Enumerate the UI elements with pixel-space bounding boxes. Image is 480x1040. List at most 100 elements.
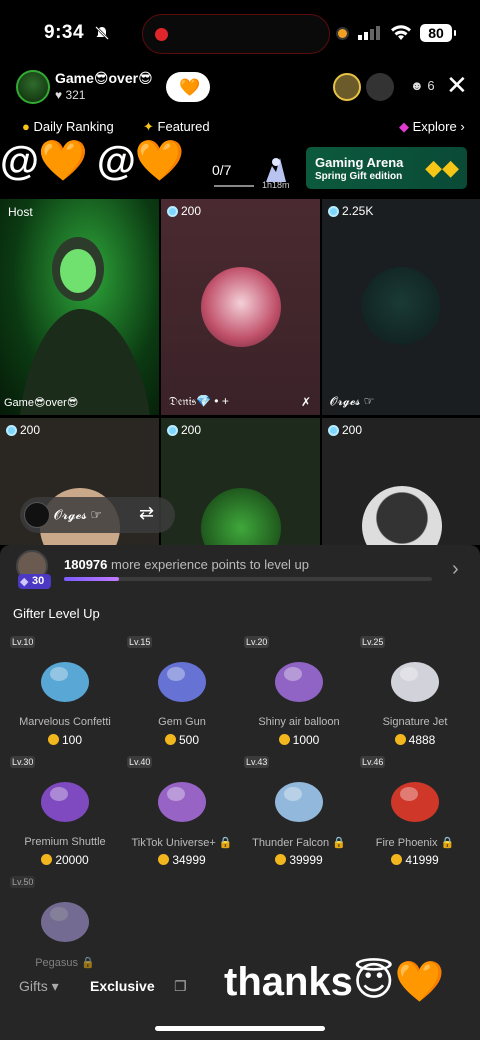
close-icon[interactable]: ✕ bbox=[446, 72, 468, 98]
gift-item[interactable]: Lv.25 Signature Jet 4888 bbox=[360, 636, 470, 754]
guest-tile-5[interactable]: 200 bbox=[161, 418, 320, 545]
host-tile-name: Game😎over😎 bbox=[4, 397, 79, 409]
gem-gun-icon bbox=[158, 662, 206, 702]
tab-gifts[interactable]: Gifts ▾ bbox=[19, 978, 59, 995]
guest-score: 200 bbox=[328, 423, 362, 437]
gift-price: 20000 bbox=[10, 853, 120, 867]
host-avatar[interactable] bbox=[16, 70, 50, 104]
signal-icon bbox=[358, 26, 380, 40]
diamond-level-icon: ◆ bbox=[20, 576, 29, 588]
guest-avatar bbox=[362, 486, 442, 545]
tab-exclusive[interactable]: Exclusive bbox=[90, 978, 155, 994]
gift-item[interactable]: Lv.30 Premium Shuttle 20000 bbox=[10, 756, 120, 874]
gift-level: Lv.20 bbox=[244, 636, 270, 648]
mentions-overlay: @🧡 @🧡 bbox=[0, 139, 185, 183]
guest-avatar bbox=[362, 267, 440, 345]
coin-icon bbox=[275, 854, 287, 865]
masked-person-image bbox=[20, 237, 150, 415]
gift-name: Gem Gun bbox=[158, 716, 206, 728]
guest-score: 200 bbox=[167, 204, 201, 218]
diamond-icon bbox=[167, 205, 178, 217]
host-name[interactable]: Game😎over😎 bbox=[55, 70, 153, 87]
gift-item[interactable]: Lv.20 Shiny air balloon 1000 bbox=[244, 636, 354, 754]
gift-price: 39999 bbox=[244, 853, 354, 867]
recording-indicator-icon bbox=[155, 28, 168, 41]
user-chip[interactable]: 𝓞𝓻𝓰𝓮𝓼 ☞ ⇄ bbox=[20, 497, 175, 533]
shuttle-icon bbox=[41, 782, 89, 822]
gift-level: Lv.30 bbox=[10, 756, 36, 768]
jet-icon bbox=[391, 662, 439, 702]
viewer-count[interactable]: ☻ 6 bbox=[410, 78, 435, 93]
guest-score: 200 bbox=[6, 423, 40, 437]
gift-name: Shiny air balloon bbox=[258, 716, 340, 728]
featured-label: Featured bbox=[157, 119, 210, 134]
daily-ranking-label: Daily Ranking bbox=[33, 119, 114, 134]
gift-item[interactable]: Lv.15 Gem Gun 500 bbox=[127, 636, 237, 754]
gift-price-value: 20000 bbox=[55, 853, 89, 867]
gift-level: Lv.50 bbox=[10, 876, 36, 888]
guest-tile-denis[interactable]: 200 𝔇𝔢𝔫𝔦𝔰💎 • + ✗ bbox=[161, 199, 320, 415]
guest-avatar bbox=[201, 488, 281, 545]
featured-icon: ✦ bbox=[143, 119, 154, 134]
gift-price: 41999 bbox=[360, 853, 470, 867]
gift-price-value: 39999 bbox=[289, 853, 323, 867]
guest-score-value: 200 bbox=[342, 423, 363, 437]
gift-item[interactable]: Lv.40 TikTok Universe+ 🔒 34999 bbox=[127, 756, 237, 874]
coin-icon bbox=[164, 734, 176, 745]
coin-icon bbox=[391, 854, 403, 865]
mic-indicator-icon bbox=[338, 29, 347, 38]
gift-price: 1000 bbox=[244, 733, 354, 747]
gift-name: TikTok Universe+ 🔒 bbox=[131, 837, 233, 849]
experience-points: 180976 bbox=[64, 557, 108, 572]
status-time: 9:34 bbox=[44, 22, 85, 43]
diamond-icon bbox=[328, 205, 339, 217]
user-chip-avatar bbox=[24, 502, 50, 528]
featured-link[interactable]: ✦ Featured bbox=[143, 119, 210, 135]
person-icon: ☻ bbox=[410, 78, 424, 93]
gift-price-value: 1000 bbox=[292, 733, 320, 747]
diamond-icon bbox=[328, 424, 339, 436]
gaming-arena-banner[interactable]: Gaming Arena Spring Gift edition ◆◆ bbox=[306, 147, 467, 189]
guest-score-value: 2.25K bbox=[342, 204, 374, 218]
coin-icon bbox=[158, 854, 170, 865]
gift-name: Premium Shuttle bbox=[24, 836, 106, 848]
top-viewer-avatar-2[interactable] bbox=[366, 73, 394, 101]
bell-muted-icon bbox=[95, 26, 109, 40]
home-indicator bbox=[155, 1026, 325, 1031]
chevron-right-icon[interactable]: › bbox=[452, 558, 459, 581]
falcon-icon bbox=[275, 782, 323, 822]
arena-subtitle: Spring Gift edition bbox=[315, 171, 403, 182]
gift-level: Lv.43 bbox=[244, 756, 270, 768]
gift-item[interactable]: Lv.43 Thunder Falcon 🔒 39999 bbox=[244, 756, 354, 874]
experience-progress-bar bbox=[64, 577, 432, 581]
host-likes: ♥ 321 bbox=[55, 88, 86, 102]
top-viewer-avatar-1[interactable] bbox=[333, 73, 361, 101]
daily-ranking-link[interactable]: ● Daily Ranking bbox=[22, 119, 114, 134]
battery-icon: 80 bbox=[420, 24, 456, 42]
session-counter: 0/7 bbox=[212, 162, 232, 178]
gift-price: 34999 bbox=[127, 853, 237, 867]
gift-level: Lv.25 bbox=[360, 636, 386, 648]
gift-item[interactable]: Lv.50 Pegasus 🔒 bbox=[10, 876, 120, 994]
guest-tile-orges[interactable]: 2.25K 𝓞𝓻𝓰𝓮𝓼 ☞ bbox=[322, 199, 480, 415]
gift-price-value: 4888 bbox=[408, 733, 436, 747]
gifter-level-title: Gifter Level Up bbox=[13, 606, 100, 621]
explore-label: Explore › bbox=[412, 119, 465, 134]
swap-icon[interactable]: ⇄ bbox=[139, 503, 154, 524]
guest-tile-6[interactable]: 200 bbox=[322, 418, 480, 545]
host-video-tile[interactable]: Host Game😎over😎 bbox=[0, 199, 159, 415]
gift-price: 4888 bbox=[360, 733, 470, 747]
guest-avatar bbox=[201, 267, 281, 347]
coin-icon bbox=[394, 734, 406, 745]
thanks-overlay: thanks😇🧡 bbox=[224, 960, 445, 1004]
heart-icon: 🧡 bbox=[179, 78, 201, 97]
gift-item[interactable]: Lv.46 Fire Phoenix 🔒 41999 bbox=[360, 756, 470, 874]
gift-level: Lv.15 bbox=[127, 636, 153, 648]
coin-icon bbox=[41, 854, 53, 865]
gift-item[interactable]: Lv.10 Marvelous Confetti 100 bbox=[10, 636, 120, 754]
guest-name: 𝔇𝔢𝔫𝔦𝔰💎 • + bbox=[169, 394, 229, 408]
guest-score-value: 200 bbox=[181, 423, 202, 437]
dynamic-island bbox=[142, 14, 330, 54]
gift-box-icon[interactable]: ❐ bbox=[174, 978, 187, 995]
explore-link[interactable]: ◆ Explore › bbox=[399, 119, 465, 135]
